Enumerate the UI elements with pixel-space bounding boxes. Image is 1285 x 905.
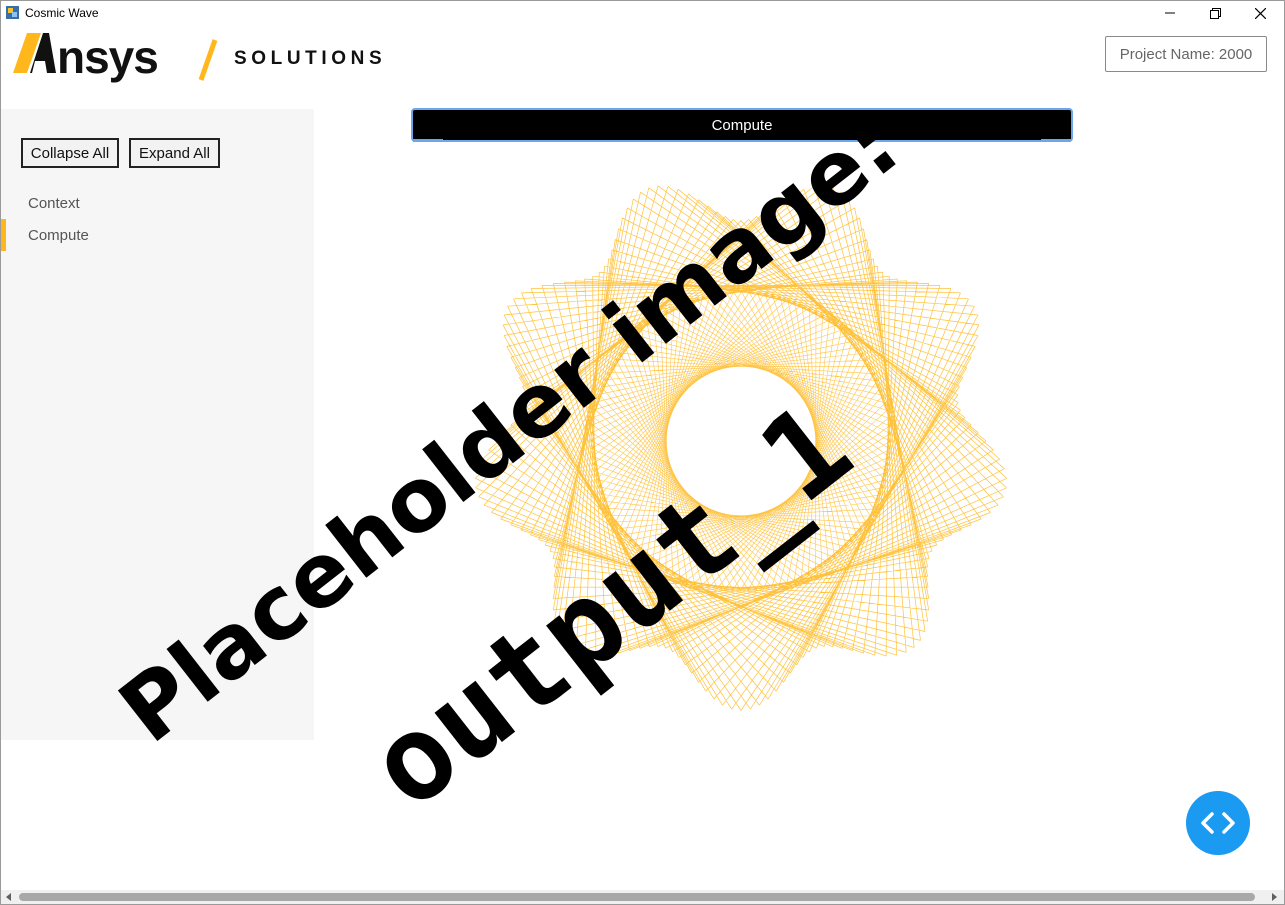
active-indicator xyxy=(1,219,6,251)
app-window: Cosmic Wave nsys SOLUTIONS Project Name:… xyxy=(0,0,1285,905)
minimize-button[interactable] xyxy=(1147,1,1193,25)
expand-all-button[interactable]: Expand All xyxy=(129,138,220,168)
collapse-all-button[interactable]: Collapse All xyxy=(21,138,119,168)
sidebar-item-context[interactable]: Context xyxy=(28,195,80,212)
scrollbar-thumb[interactable] xyxy=(19,893,1255,901)
logo-slash xyxy=(198,39,218,81)
sidebar-item-compute[interactable]: Compute xyxy=(28,227,89,244)
scroll-right-icon[interactable] xyxy=(1269,892,1279,902)
horizontal-scrollbar[interactable] xyxy=(1,890,1284,904)
sidebar: Collapse All Expand All Context Compute xyxy=(1,109,314,740)
output-image xyxy=(475,185,1007,711)
window-title: Cosmic Wave xyxy=(25,6,99,20)
ansys-logo: nsys xyxy=(13,31,159,83)
scroll-left-icon[interactable] xyxy=(4,892,14,902)
close-icon xyxy=(1254,7,1266,19)
restore-icon xyxy=(1209,7,1221,19)
spirograph-lines xyxy=(475,185,1007,711)
svg-text:nsys: nsys xyxy=(57,31,158,83)
title-bar: Cosmic Wave xyxy=(1,1,1284,25)
code-toggle-button[interactable] xyxy=(1186,791,1250,855)
close-button[interactable] xyxy=(1237,1,1283,25)
spirograph-rosette xyxy=(590,290,892,592)
app-icon xyxy=(6,6,19,19)
compute-button[interactable]: Compute xyxy=(411,108,1073,142)
focus-tick-right xyxy=(1041,139,1071,142)
focus-tick-left xyxy=(413,139,443,142)
solutions-label: SOLUTIONS xyxy=(234,48,387,69)
restore-button[interactable] xyxy=(1192,1,1238,25)
minimize-icon xyxy=(1165,12,1175,14)
project-name-field[interactable]: Project Name: 2000 xyxy=(1105,36,1267,72)
compute-button-label: Compute xyxy=(711,116,773,134)
code-icon xyxy=(1201,812,1235,834)
